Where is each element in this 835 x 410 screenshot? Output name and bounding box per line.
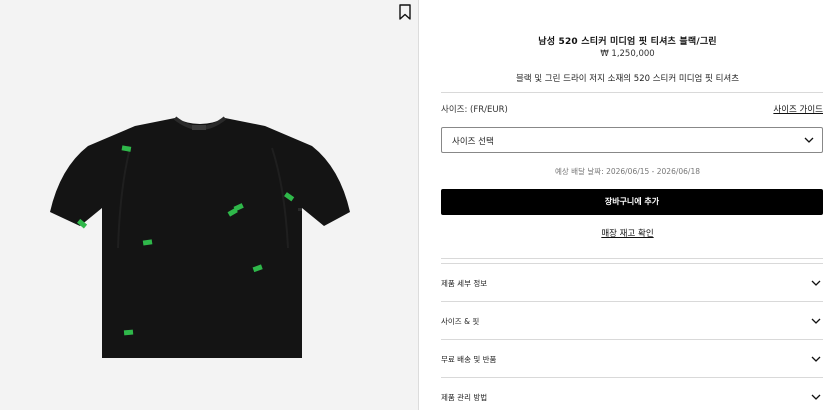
size-label: 사이즈: (FR/EUR) (441, 105, 508, 115)
chevron-down-icon (811, 394, 821, 400)
size-guide-link[interactable]: 사이즈 가이드 (773, 103, 823, 115)
size-select[interactable]: 사이즈 선택 (441, 127, 823, 153)
tshirt-label (192, 125, 206, 130)
accordion-free-shipping-returns[interactable]: 무료 배송 및 반품 (441, 339, 823, 377)
size-select-value: 사이즈 선택 (452, 137, 494, 147)
divider (441, 258, 823, 259)
accordion-label: 제품 관리 방법 (441, 393, 488, 402)
accordion-label: 제품 세부 정보 (441, 279, 488, 288)
tshirt-shape (50, 118, 350, 358)
add-to-cart-button[interactable]: 장바구니에 추가 (441, 189, 823, 215)
accordion-product-details[interactable]: 제품 세부 정보 (441, 263, 823, 301)
chevron-down-icon (811, 356, 821, 362)
delivery-estimate: 예상 배달 날짜: 2026/06/15 - 2026/06/18 (554, 167, 700, 176)
bookmark-icon[interactable] (398, 4, 412, 20)
product-details: 남성 520 스티커 미디엄 핏 티셔츠 블랙/그린 ₩ 1,250,000 블… (420, 0, 835, 410)
accordion-label: 사이즈 & 핏 (441, 317, 480, 326)
product-image[interactable] (40, 108, 360, 368)
chevron-down-icon (811, 318, 821, 324)
product-description: 블랙 및 그린 드라이 저지 소재의 520 스티커 미디엄 핏 티셔츠 (515, 74, 740, 84)
check-store-stock-link[interactable]: 매장 재고 확인 (420, 227, 835, 239)
divider (441, 92, 823, 93)
product-price: ₩ 1,250,000 (600, 49, 655, 59)
product-title: 남성 520 스티커 미디엄 핏 티셔츠 블랙/그린 (538, 37, 717, 47)
product-gallery (0, 0, 419, 410)
chevron-down-icon (804, 137, 814, 143)
chevron-down-icon (811, 280, 821, 286)
accordion-care-instructions[interactable]: 제품 관리 방법 (441, 377, 823, 410)
accordion-label: 무료 배송 및 반품 (441, 355, 497, 364)
accordion-size-fit[interactable]: 사이즈 & 핏 (441, 301, 823, 339)
